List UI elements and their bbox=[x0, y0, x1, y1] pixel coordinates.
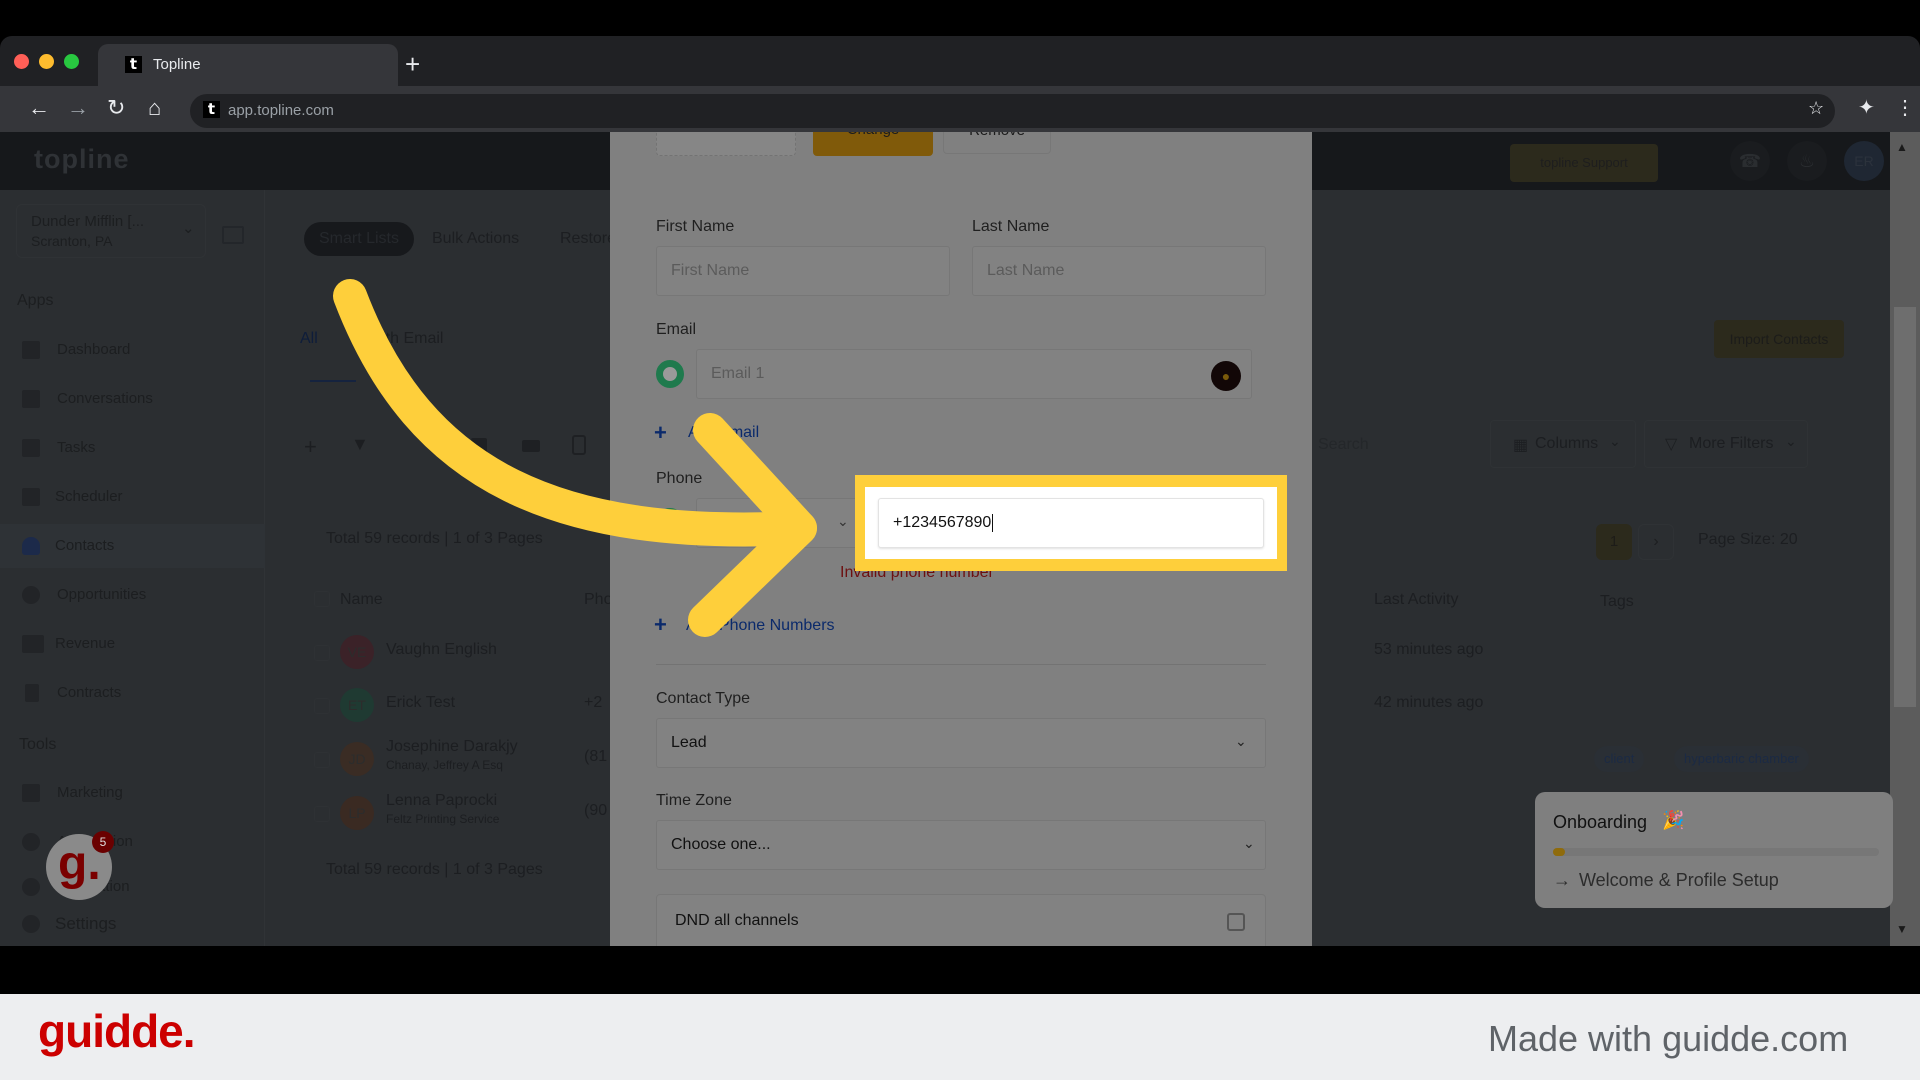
guidde-logo: guidde. bbox=[38, 1005, 196, 1057]
onboarding-progress-fill bbox=[1553, 848, 1565, 856]
onboarding-widget[interactable]: Onboarding 🎉 → Welcome & Profile Setup bbox=[1535, 792, 1893, 908]
onboarding-step[interactable]: Welcome & Profile Setup bbox=[1579, 870, 1779, 891]
arrow-right-icon: → bbox=[1553, 870, 1571, 890]
onboarding-progress-track bbox=[1553, 848, 1879, 856]
arrow-shaft bbox=[333, 279, 817, 547]
party-popper-icon: 🎉 bbox=[1662, 810, 1685, 830]
onboarding-title: Onboarding bbox=[1553, 812, 1648, 832]
notification-badge: 5 bbox=[92, 831, 114, 853]
arrow-annotation bbox=[333, 279, 817, 637]
made-with-guidde: Made with guidde.com bbox=[1488, 1018, 1849, 1059]
footer-spacer bbox=[0, 946, 1920, 994]
